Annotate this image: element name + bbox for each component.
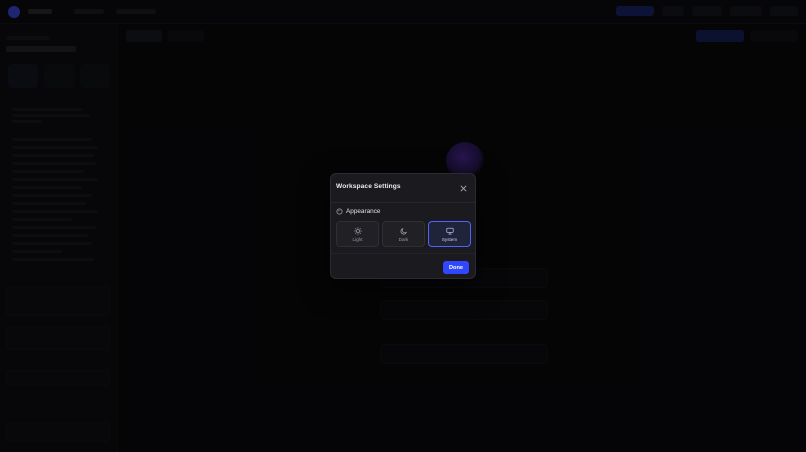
palette-icon bbox=[336, 208, 343, 215]
theme-option-light[interactable]: Light bbox=[336, 221, 379, 247]
appearance-label: Appearance bbox=[346, 208, 381, 215]
dialog-footer-divider bbox=[331, 253, 475, 254]
appearance-section-header: Appearance bbox=[336, 208, 380, 215]
dialog-divider bbox=[331, 202, 475, 203]
app-window: Workspace Settings Appearance Light Dark… bbox=[0, 0, 806, 452]
monitor-icon bbox=[445, 227, 454, 234]
theme-options: Light Dark System bbox=[336, 221, 471, 247]
close-icon bbox=[460, 185, 466, 191]
workspace-settings-dialog: Workspace Settings Appearance Light Dark… bbox=[330, 173, 476, 279]
dialog-title: Workspace Settings bbox=[336, 183, 401, 190]
theme-option-label: Dark bbox=[398, 236, 409, 242]
done-button[interactable]: Done bbox=[443, 261, 469, 274]
sun-icon bbox=[353, 226, 362, 235]
moon-icon bbox=[400, 227, 407, 234]
close-button[interactable] bbox=[457, 182, 469, 194]
theme-option-label: System bbox=[441, 236, 458, 242]
theme-option-dark[interactable]: Dark bbox=[382, 221, 425, 247]
theme-option-label: Light bbox=[352, 236, 363, 242]
theme-option-system[interactable]: System bbox=[428, 221, 471, 247]
